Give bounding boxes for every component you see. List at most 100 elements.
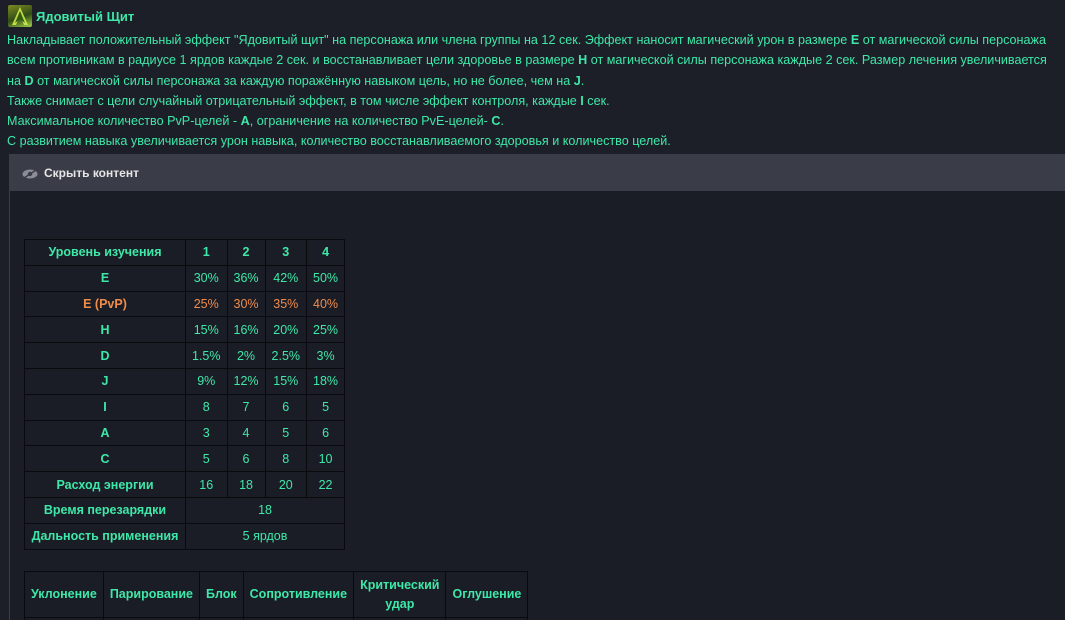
table-cell: 5	[306, 393, 346, 421]
table-cell: 30%	[226, 290, 266, 318]
table-cell: 6	[226, 445, 266, 473]
description-paragraph: Накладывает положительный эффект "Ядовит…	[7, 30, 1062, 91]
row-label: H	[24, 316, 186, 344]
level-header-label: Уровень изучения	[24, 239, 186, 266]
level-header-cell: 1	[185, 239, 228, 266]
table-row: A3456	[24, 419, 346, 447]
row-label: E	[24, 264, 186, 292]
table-row: Дальность применения 5 ярдов	[24, 522, 346, 550]
row-label: Дальность применения	[24, 522, 186, 550]
table-cell: 8	[185, 393, 228, 421]
table-row: E (PvP) 25% 30% 35% 40%	[24, 290, 346, 318]
table-cell: 18%	[306, 367, 346, 395]
table-cell: 1.5%	[185, 342, 228, 369]
table-cell: 6	[306, 419, 346, 447]
table-cell: 25%	[185, 290, 228, 318]
table-cell: 18	[184, 496, 346, 524]
description-text: .	[580, 73, 585, 88]
table-cell: 6	[264, 393, 308, 421]
description-variable: H	[578, 53, 588, 68]
table-row: J 9% 12% 15% 18%	[24, 367, 346, 395]
resist-table: Уклонение Парирование Блок Сопротивление Кри…	[24, 571, 529, 620]
table-row: C 5 6 8 10	[24, 445, 346, 473]
table-row: E 30% 36% 42% 50%	[24, 264, 346, 292]
resist-header-cell: Блок	[199, 571, 244, 618]
description-paragraph: Также снимает с цели случайный отрицател…	[7, 91, 1062, 111]
table-cell: 18	[226, 471, 266, 498]
table-cell: 5	[264, 419, 308, 447]
description-variable: A	[240, 114, 250, 129]
description-variable: E	[850, 33, 860, 47]
table-cell: 2.5%	[264, 342, 308, 369]
table-cell: 16%	[226, 316, 266, 344]
eye-icon	[22, 168, 38, 179]
spoiler-block: Скрыть контент Уровень изучения 1 2 3 4 E 30% 3…	[9, 154, 1065, 620]
row-label: D	[24, 342, 186, 369]
resist-header-cell: Оглушение	[445, 571, 529, 618]
skill-stats-table: Уровень изучения 1 2 3 4 E 30% 36% 42% 50% E (PvP)…	[24, 239, 346, 550]
row-label: A	[24, 419, 186, 447]
table-cell: 3%	[306, 342, 346, 369]
table-cell: 50%	[306, 264, 346, 292]
description-text: от магической силы персонажа за каждую п…	[33, 73, 574, 88]
description-variable: J	[573, 73, 581, 88]
skill-title: Ядовитый Щит	[36, 8, 135, 24]
table-cell: 25%	[306, 316, 346, 344]
table-cell: 5	[185, 445, 228, 473]
description-variable: D	[24, 73, 34, 88]
resist-header-row: Уклонение Парирование Блок Сопротивление Кри…	[24, 571, 529, 618]
table-row: Расход энергии 16 18 20 22	[24, 471, 346, 498]
table-row: I8765	[24, 393, 346, 421]
resist-header-cell: Уклонение	[24, 571, 104, 618]
level-header-cell: 2	[226, 239, 266, 266]
row-label: I	[24, 393, 186, 421]
table-cell: 20	[264, 471, 308, 498]
table-cell: 16	[185, 471, 228, 498]
table-row: Время перезарядки 18	[24, 496, 346, 524]
description-text: Накладывает положительный эффект "Ядовит…	[7, 33, 851, 47]
table-cell: 8	[264, 445, 308, 473]
table-cell: 10	[306, 445, 346, 473]
table-cell: 12%	[226, 367, 266, 395]
table-cell: 30%	[185, 264, 228, 292]
level-header-cell: 3	[264, 239, 308, 266]
description-text: Максимальное количество PvP-целей -	[7, 114, 241, 129]
hide-content-toggle[interactable]: Скрыть контент	[10, 154, 1065, 191]
table-cell: 15%	[185, 316, 228, 344]
table-cell: 42%	[264, 264, 308, 292]
description-text: Также снимает с цели случайный отрицател…	[7, 93, 581, 108]
skill-description: Накладывает положительный эффект "Ядовит…	[7, 30, 1062, 152]
table-cell: 2%	[226, 342, 266, 369]
resist-header-cell: Сопротивление	[242, 571, 355, 618]
poison-shield-icon	[8, 5, 32, 27]
stats-header-row: Уровень изучения 1 2 3 4	[24, 239, 346, 266]
table-cell: 3	[185, 419, 228, 447]
table-cell: 22	[306, 471, 346, 498]
table-cell: 4	[226, 419, 266, 447]
resist-header-cell: Критический удар	[353, 571, 447, 618]
row-label: E (PvP)	[24, 290, 186, 318]
description-paragraph: С развитием навыка увеличивается урон на…	[7, 131, 1062, 151]
row-label: J	[24, 367, 186, 395]
description-text: С развитием навыка увеличивается урон на…	[7, 134, 671, 149]
row-label: Расход энергии	[24, 471, 186, 498]
table-cell: 35%	[264, 290, 308, 318]
table-cell: 5 ярдов	[184, 522, 346, 550]
description-paragraph: Максимальное количество PvP-целей - A, о…	[7, 111, 1062, 131]
row-label: Время перезарядки	[24, 496, 186, 524]
table-cell: 9%	[185, 367, 228, 395]
table-cell: 7	[226, 393, 266, 421]
table-cell: 15%	[264, 367, 308, 395]
hide-content-label: Скрыть контент	[44, 165, 139, 180]
table-row: H 15% 16% 20% 25%	[24, 316, 346, 344]
resist-header-cell: Парирование	[102, 571, 201, 618]
description-text: .	[500, 114, 504, 129]
row-label: C	[24, 445, 186, 473]
table-row: D 1.5% 2% 2.5% 3%	[24, 342, 346, 369]
table-cell: 20%	[264, 316, 308, 344]
description-text: , ограничение на количество PvE-целей-	[249, 114, 492, 129]
level-header-cell: 4	[306, 239, 346, 266]
skill-header: Ядовитый Щит	[8, 5, 134, 27]
description-text: сек.	[583, 93, 610, 108]
table-cell: 40%	[306, 290, 346, 318]
